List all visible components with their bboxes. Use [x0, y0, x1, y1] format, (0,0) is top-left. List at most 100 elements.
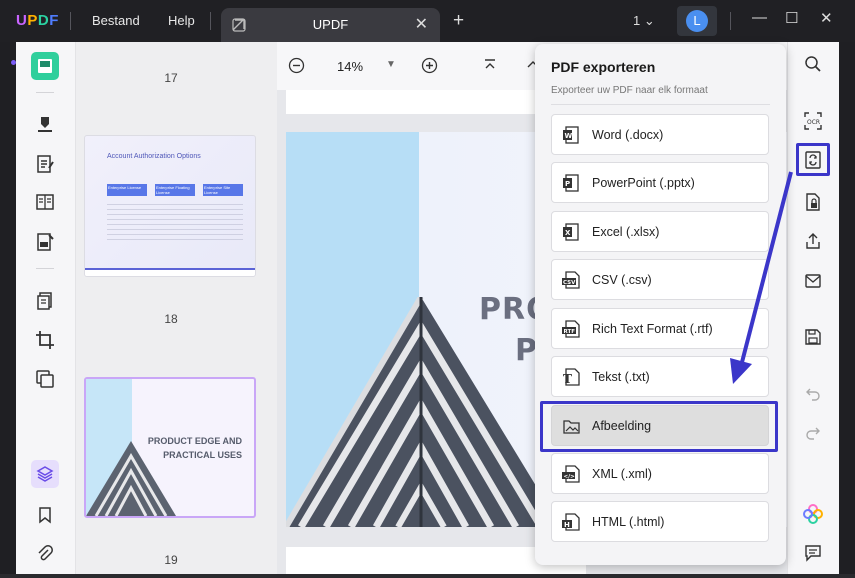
bottom-edge: [0, 574, 855, 578]
layers-button[interactable]: [31, 460, 59, 488]
thumbnail-column-label: Enterprise Site License: [204, 185, 231, 195]
tab-close-icon[interactable]: ✕: [415, 14, 428, 34]
redo-icon: [806, 427, 820, 440]
new-tab-icon[interactable]: +: [453, 10, 464, 32]
organize-tool-button[interactable]: [31, 188, 59, 216]
thumbnail-column-label: Enterprise Floating License: [156, 185, 190, 195]
bookmark-button[interactable]: [31, 501, 59, 529]
excel-icon: X: [563, 223, 579, 241]
rtf-icon: RTF: [562, 320, 580, 338]
thumbnail-column-label: Enterprise License: [108, 185, 142, 190]
comment-tool-button[interactable]: [31, 110, 59, 138]
form-tool-button[interactable]: [31, 228, 59, 256]
form-icon: [37, 233, 54, 251]
ai-flower-icon: [803, 504, 823, 524]
svg-text:</>: </>: [564, 474, 576, 480]
pages-icon: [37, 292, 52, 310]
title-separator: [70, 12, 71, 30]
thumbnail-building-image: [86, 441, 176, 516]
page-count-value: 1: [633, 13, 641, 28]
thumbnail-text-lines: [107, 204, 243, 244]
export-xml-button[interactable]: </> XML (.xml): [551, 453, 769, 494]
thumbnail-title-2: PRACTICAL USES: [163, 450, 242, 460]
save-button[interactable]: [800, 324, 826, 350]
thumbnail-column: Enterprise License: [107, 184, 147, 196]
chevron-down-icon: ⌄: [643, 13, 655, 28]
batch-tool-button[interactable]: [31, 365, 59, 393]
edit-text-icon: [37, 155, 54, 173]
svg-text:RTF: RTF: [564, 329, 576, 335]
edit-tool-button[interactable]: [31, 150, 59, 178]
ocr-button[interactable]: OCR: [800, 108, 826, 134]
export-item-label: PowerPoint (.pptx): [592, 176, 695, 190]
export-item-label: Excel (.xlsx): [592, 225, 660, 239]
search-button[interactable]: [800, 51, 826, 77]
rail-divider: [36, 268, 54, 269]
redo-button[interactable]: [800, 420, 826, 446]
email-button[interactable]: [800, 268, 826, 294]
thumbnail-title-1: PRODUCT EDGE AND: [147, 436, 242, 446]
page-count[interactable]: 1 ⌄: [633, 13, 655, 29]
batch-icon: [36, 370, 54, 388]
attachment-button[interactable]: [31, 540, 59, 568]
share-button[interactable]: [800, 228, 826, 254]
title-separator: [730, 12, 731, 30]
comments-button[interactable]: [800, 540, 826, 566]
svg-text:P: P: [565, 180, 570, 188]
ocr-icon: OCR: [804, 112, 822, 130]
right-tool-rail: OCR: [787, 42, 839, 574]
close-window-icon[interactable]: ✕: [820, 9, 833, 27]
page-tool-button[interactable]: [31, 287, 59, 315]
html-icon: H: [562, 513, 580, 531]
zoom-out-icon[interactable]: [288, 57, 305, 79]
export-excel-button[interactable]: X Excel (.xlsx): [551, 211, 769, 252]
svg-text:H: H: [564, 521, 570, 529]
export-word-button[interactable]: W Word (.docx): [551, 114, 769, 155]
zoom-level[interactable]: 14%: [337, 59, 363, 74]
menu-help[interactable]: Help: [168, 13, 195, 28]
maximize-icon[interactable]: ☐: [785, 9, 798, 27]
export-subtitle: Exporteer uw PDF naar elk formaat: [551, 85, 708, 96]
convert-highlight-box: [796, 143, 830, 176]
document-tab[interactable]: UPDF ✕: [221, 8, 440, 42]
highlighter-icon: [38, 117, 52, 132]
thumbnail-column: Enterprise Site License: [203, 184, 243, 196]
account-button[interactable]: L: [677, 6, 717, 36]
export-rtf-button[interactable]: RTF Rich Text Format (.rtf): [551, 308, 769, 349]
svg-text:W: W: [565, 132, 573, 140]
first-page-icon[interactable]: [482, 57, 498, 78]
protect-button[interactable]: [800, 189, 826, 215]
rail-indicator-dot: [11, 60, 16, 65]
zoom-in-icon[interactable]: [421, 57, 438, 79]
zoom-dropdown-icon[interactable]: ▼: [386, 59, 396, 70]
export-divider: [551, 104, 770, 105]
export-text-button[interactable]: T Tekst (.txt): [551, 356, 769, 397]
crop-icon: [36, 331, 54, 349]
title-separator: [210, 12, 211, 30]
thumbnail-page-17[interactable]: Account Authorization Options Enterprise…: [84, 135, 256, 277]
save-icon: [805, 329, 821, 345]
paperclip-icon: [38, 545, 53, 561]
crop-tool-button[interactable]: [31, 326, 59, 354]
export-csv-button[interactable]: CSV CSV (.csv): [551, 259, 769, 300]
thumbnails-pane: 17 Account Authorization Options Enterpr…: [76, 42, 277, 574]
export-panel: PDF exporteren Exporteer uw PDF naar elk…: [535, 44, 786, 565]
avatar: L: [686, 10, 708, 32]
ai-assistant-button[interactable]: [800, 501, 826, 527]
left-tool-rail: [16, 42, 76, 574]
csv-icon: CSV: [562, 271, 580, 289]
rail-divider: [36, 92, 54, 93]
menu-bestand[interactable]: Bestand: [92, 13, 140, 28]
export-powerpoint-button[interactable]: P PowerPoint (.pptx): [551, 162, 769, 203]
reader-tool-button[interactable]: [31, 52, 59, 80]
search-icon: [805, 56, 821, 72]
comment-icon: [805, 545, 821, 562]
thumbnail-title: Account Authorization Options: [107, 153, 201, 160]
minimize-icon[interactable]: —: [752, 9, 767, 26]
page-label-17: 17: [164, 71, 178, 85]
thumbnail-page-18[interactable]: PRODUCT EDGE AND PRACTICAL USES: [84, 377, 256, 518]
updf-logo: UPDF: [16, 12, 59, 29]
undo-button[interactable]: [800, 381, 826, 407]
export-html-button[interactable]: H HTML (.html): [551, 501, 769, 542]
thumbnail-footer: [85, 268, 255, 276]
